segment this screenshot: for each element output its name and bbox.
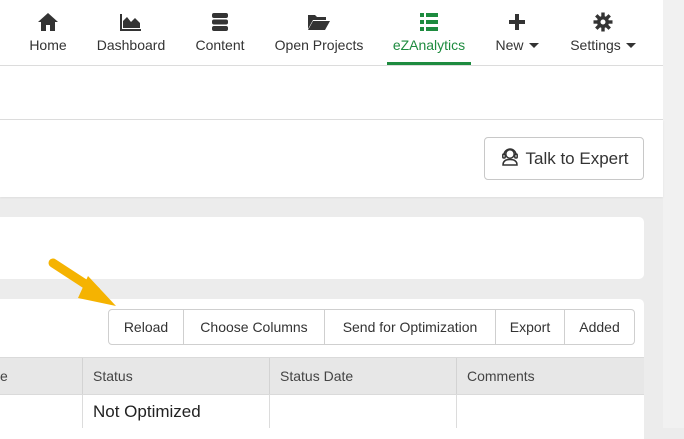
gear-icon	[593, 11, 613, 33]
nav-settings-dropdown[interactable]: Settings	[566, 0, 640, 65]
column-header-partial[interactable]: e	[0, 358, 82, 394]
top-navigation: Home Dashboard Content Open Projects eZA…	[0, 0, 663, 66]
talk-to-expert-label: Talk to Expert	[525, 148, 629, 168]
nav-home[interactable]: Home	[22, 0, 74, 65]
nav-dashboard[interactable]: Dashboard	[92, 0, 170, 65]
column-header-status-date[interactable]: Status Date	[269, 358, 456, 394]
nav-new-label: New	[495, 37, 539, 53]
list-icon	[419, 11, 439, 33]
table-header: e Status Status Date Comments	[0, 357, 644, 395]
headset-icon	[500, 146, 520, 171]
nav-ezanalytics[interactable]: eZAnalytics	[387, 0, 471, 65]
added-button[interactable]: Added	[564, 310, 634, 344]
plus-icon	[508, 11, 526, 33]
export-button[interactable]: Export	[495, 310, 564, 344]
cell-status-date	[269, 395, 456, 428]
column-header-status[interactable]: Status	[82, 358, 269, 394]
sub-header-band	[0, 66, 663, 120]
nav-open-projects-label: Open Projects	[274, 37, 364, 53]
choose-columns-button[interactable]: Choose Columns	[183, 310, 324, 344]
send-for-optimization-button[interactable]: Send for Optimization	[324, 310, 495, 344]
column-header-comments[interactable]: Comments	[456, 358, 644, 394]
talk-to-expert-button[interactable]: Talk to Expert	[484, 137, 644, 180]
annotation-arrow-icon	[48, 258, 116, 306]
nav-open-projects[interactable]: Open Projects	[270, 0, 368, 65]
caret-down-icon	[625, 42, 636, 48]
cell-comments	[456, 395, 644, 428]
nav-home-label: Home	[29, 37, 67, 53]
nav-content-label: Content	[195, 37, 245, 53]
area-chart-icon	[120, 11, 142, 33]
reload-button[interactable]: Reload	[109, 310, 183, 344]
caret-down-icon	[528, 42, 539, 48]
home-icon	[37, 11, 59, 33]
nav-content[interactable]: Content	[190, 0, 250, 65]
table-toolbar: Reload Choose Columns Send for Optimizat…	[108, 309, 635, 345]
nav-ezanalytics-label: eZAnalytics	[392, 37, 466, 53]
cell-status: Not Optimized	[82, 395, 269, 428]
nav-settings-label: Settings	[570, 37, 636, 53]
nav-dashboard-label: Dashboard	[96, 37, 166, 53]
database-icon	[211, 11, 229, 33]
page-scroll-gutter	[663, 0, 684, 428]
folder-open-icon	[307, 11, 331, 33]
nav-new-dropdown[interactable]: New	[491, 0, 543, 65]
